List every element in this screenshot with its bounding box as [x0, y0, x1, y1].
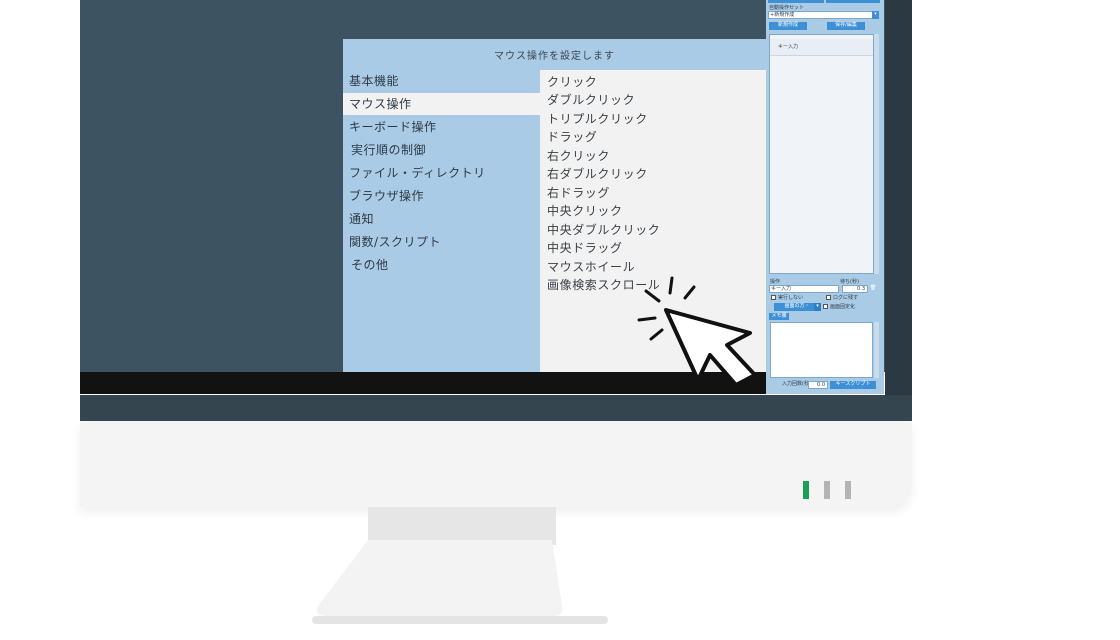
repeat-label: 入力回数(秒) [782, 381, 811, 387]
action-item[interactable]: ダブルクリック [547, 91, 635, 109]
category-item-selected[interactable]: マウス操作 [343, 93, 540, 115]
monitor-stand-base [312, 540, 608, 624]
action-item[interactable]: 右ダブルクリック [547, 165, 648, 183]
action-item[interactable]: 中央クリック [547, 202, 623, 220]
scrollbar[interactable] [874, 34, 879, 274]
log-checkbox[interactable] [826, 295, 831, 300]
op-input[interactable]: キー入力 [769, 285, 839, 293]
operation-row-label: キー入力 [778, 44, 799, 50]
repeat-input[interactable]: 0.0 [808, 381, 828, 389]
top-tab[interactable] [826, 0, 880, 3]
category-list: 基本機能 マウス操作 キーボード操作 実行順の制御 ファイル・ディレクトリ ブラ… [343, 70, 540, 372]
scrollbar[interactable] [874, 322, 879, 378]
action-item[interactable]: 中央ダブルクリック [547, 221, 660, 239]
monitor-screen-edge [885, 0, 912, 421]
status-led-icon [845, 481, 851, 499]
action-item[interactable]: トリプルクリック [547, 110, 648, 128]
operation-row[interactable]: キー入力 [770, 39, 873, 56]
category-item[interactable]: ファイル・ディレクトリ [343, 162, 540, 184]
category-item[interactable]: 実行順の制御 [343, 139, 540, 161]
operation-list: キー入力 [769, 34, 874, 274]
screen-fix-label: 画面固定化 [830, 304, 856, 310]
add-script-button[interactable]: キースクリプト [830, 381, 876, 389]
side-panel: 自動操作セット +新規作成 ▾ 新規作成 保存/編集 キー入力 操作 待ち(秒)… [766, 0, 884, 394]
chevron-down-icon[interactable]: ▾ [814, 303, 821, 311]
action-item[interactable]: 中央ドラッグ [547, 239, 623, 257]
status-led-icon [824, 481, 830, 499]
log-label: ログに残す [833, 295, 859, 301]
action-item[interactable]: 右クリック [547, 147, 610, 165]
action-item[interactable]: 右ドラッグ [547, 184, 610, 202]
repeat-input-value: 0.0 [817, 382, 825, 388]
action-item[interactable]: クリック [547, 73, 597, 91]
no-exec-label: 実行しない [778, 295, 804, 301]
trash-icon[interactable]: 🗑 [870, 285, 876, 291]
chevron-down-icon[interactable]: ▾ [872, 11, 879, 19]
category-item[interactable]: ブラウザ操作 [343, 185, 540, 207]
wait-input[interactable]: 0.3 [842, 285, 868, 293]
new-button[interactable]: 新規作成 [769, 22, 807, 30]
wait-input-value: 0.3 [857, 286, 865, 292]
dialog-title: マウス操作を設定します [343, 39, 766, 70]
category-item[interactable]: 基本機能 [343, 70, 540, 92]
op-input-value: キー入力 [771, 286, 792, 292]
set-select-value: +新規作成 [770, 12, 795, 18]
monitor-bezel [80, 421, 912, 507]
action-item[interactable]: マウスホイール [547, 258, 635, 276]
screen-fix-checkbox[interactable] [823, 304, 828, 309]
cursor-arrow-icon [637, 276, 757, 387]
memo-textarea[interactable] [770, 322, 873, 378]
category-item[interactable]: 通知 [343, 208, 540, 230]
action-item[interactable]: ドラッグ [547, 128, 597, 146]
no-exec-checkbox[interactable] [771, 295, 776, 300]
set-select[interactable]: +新規作成 [768, 11, 878, 19]
category-item[interactable]: 関数/スクリプト [343, 231, 540, 253]
power-led-icon [803, 481, 809, 499]
top-tab[interactable] [768, 0, 824, 3]
save-button[interactable]: 保存/編集 [827, 22, 865, 30]
monitor-screen-bottom [80, 395, 912, 421]
memo-label: メモ欄 [769, 313, 789, 320]
category-item[interactable]: キーボード操作 [343, 116, 540, 138]
category-item[interactable]: その他 [343, 254, 540, 276]
